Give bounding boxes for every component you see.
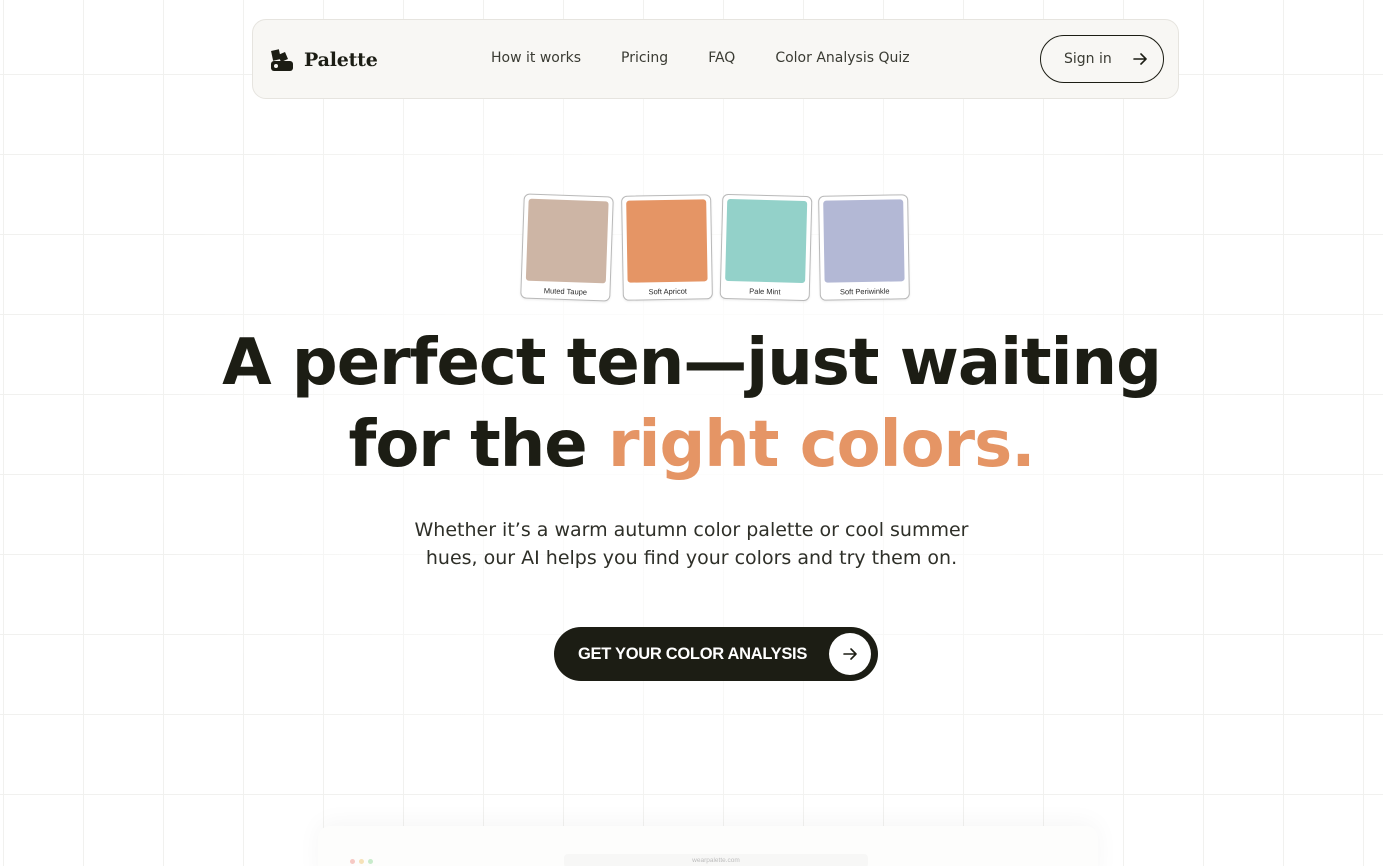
cta-arrow-circle [829,633,871,675]
swatch-card-soft-apricot: Soft Apricot [621,194,713,301]
url-bar: wearpalette.com [564,854,868,866]
subtext-line-1: Whether it’s a warm autumn color palette… [414,519,969,541]
arrow-right-icon [843,648,857,660]
subtext-line-2: hues, our AI helps you find your colors … [425,547,958,569]
sign-in-label: Sign in [1064,51,1112,67]
nav-link-pricing[interactable]: Pricing [621,50,668,66]
get-color-analysis-button[interactable]: GET YOUR COLOR ANALYSIS [554,627,878,681]
close-dot-icon [350,859,355,864]
swatch-label: Soft Apricot [648,286,688,297]
nav-links: How it works Pricing FAQ Color Analysis … [491,50,950,66]
sign-in-button[interactable]: Sign in [1040,35,1164,83]
swatch-chip [525,198,609,284]
hero-subtext: Whether it’s a warm autumn color palette… [0,516,1383,572]
nav-link-how-it-works[interactable]: How it works [491,50,581,66]
headline-line-1: A perfect ten—just waiting [222,326,1162,400]
brand-logo[interactable]: Palette [269,47,378,73]
swatch-label: Pale Mint [749,286,781,297]
swatch-card-muted-taupe: Muted Taupe [520,193,614,302]
swatch-card-pale-mint: Pale Mint [719,193,813,302]
nav-link-color-analysis-quiz[interactable]: Color Analysis Quiz [775,50,909,66]
hero-headline: A perfect ten—just waiting for the right… [0,322,1383,486]
nav-link-faq[interactable]: FAQ [708,50,735,66]
headline-line-2-plain: for the [348,408,608,482]
headline-accent: right colors. [607,408,1036,482]
cta-label: GET YOUR COLOR ANALYSIS [578,644,808,663]
minimize-dot-icon [359,859,364,864]
arrow-right-icon [1132,51,1148,67]
swatch-chip [626,199,708,283]
swatch-label: Soft Periwinkle [839,286,890,297]
maximize-dot-icon [368,859,373,864]
swatch-label: Muted Taupe [543,286,588,297]
swatch-chip [725,198,808,284]
brand-name: Palette [304,49,378,71]
swatch-chip [823,199,905,283]
palette-logo-icon [269,47,295,73]
browser-preview: wearpalette.com [318,826,1098,866]
color-swatch-cards: Muted Taupe Soft Apricot Pale Mint Soft … [520,193,910,303]
window-controls [350,859,377,864]
swatch-card-soft-periwinkle: Soft Periwinkle [818,194,910,301]
top-navbar: Palette How it works Pricing FAQ Color A… [252,19,1179,99]
